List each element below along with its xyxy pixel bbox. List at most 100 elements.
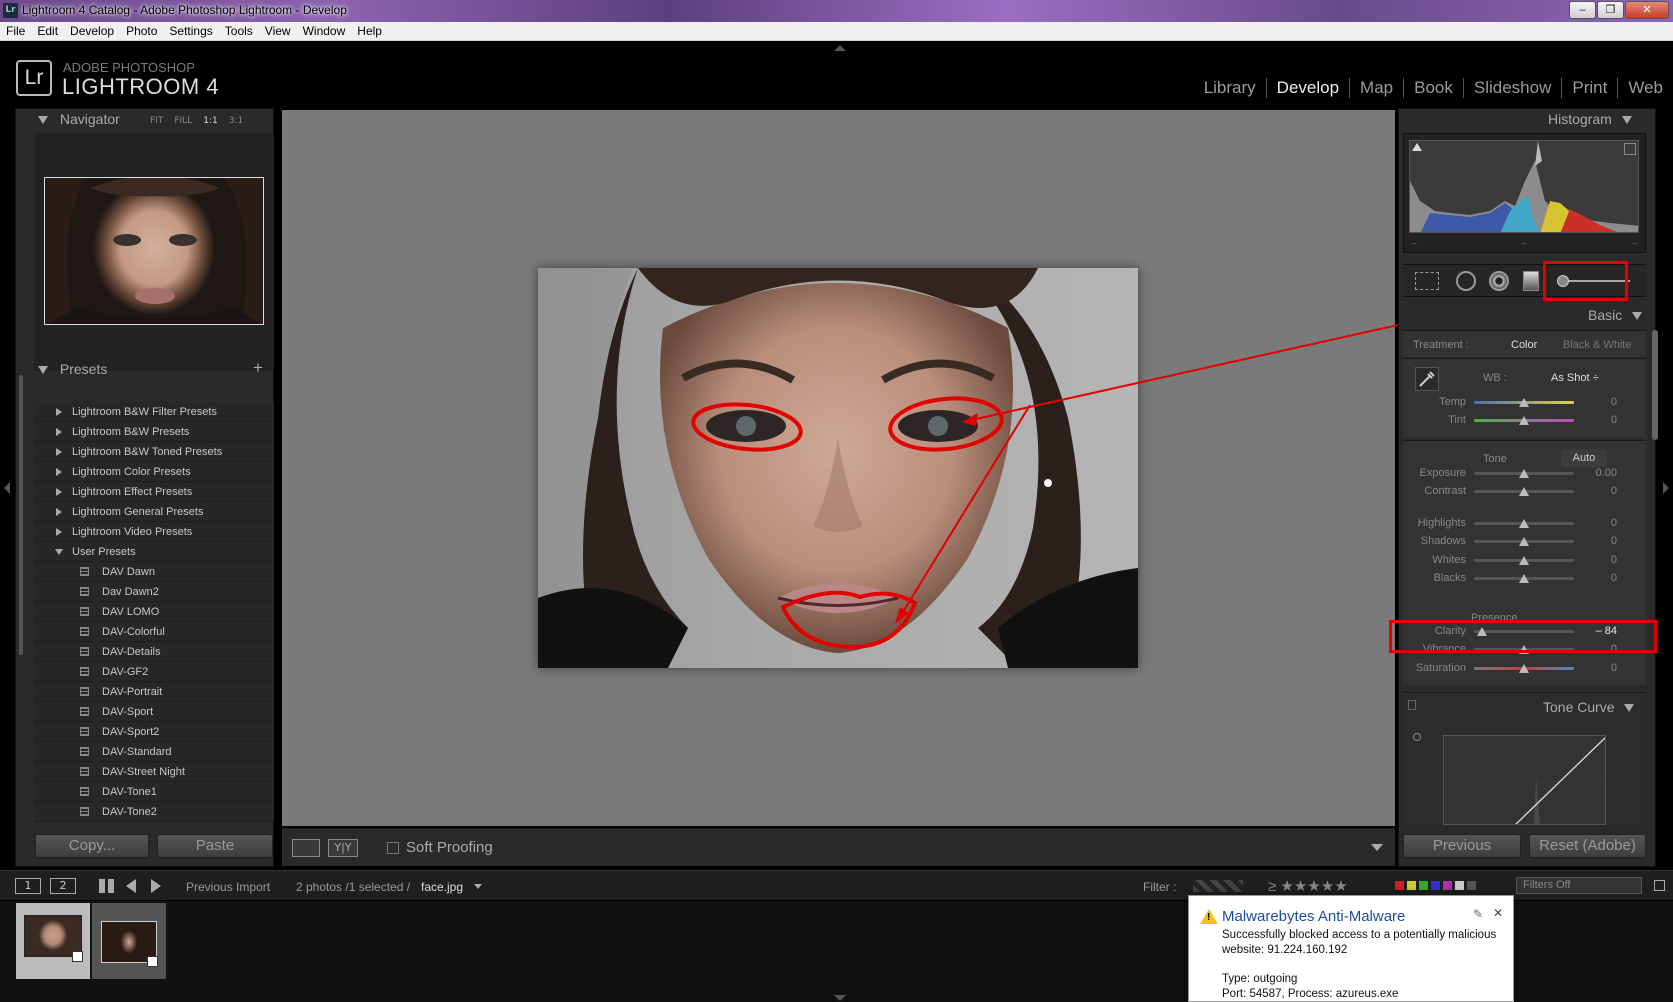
left-panel-scrollbar[interactable] xyxy=(19,375,23,655)
source-label[interactable]: Previous Import xyxy=(186,880,270,894)
slider-value[interactable]: 0 xyxy=(1577,662,1617,674)
preset-folder[interactable]: Lightroom Effect Presets xyxy=(34,482,274,502)
preset-item[interactable]: DAV Dawn xyxy=(34,562,274,582)
preset-item[interactable]: Dav Dawn2 xyxy=(34,582,274,602)
menu-tools[interactable]: Tools xyxy=(219,22,259,40)
preset-folder[interactable]: Lightroom Color Presets xyxy=(34,462,274,482)
right-panel-scrollbar[interactable] xyxy=(1652,330,1658,440)
right-panel-toggle[interactable] xyxy=(1663,482,1669,494)
slider-value[interactable]: 0 xyxy=(1577,572,1617,584)
main-window-button[interactable]: 1 xyxy=(15,878,41,894)
slider-value[interactable]: 0.00 xyxy=(1577,467,1617,479)
module-web[interactable]: Web xyxy=(1617,78,1673,98)
presets-header[interactable]: Presets xyxy=(38,361,107,377)
menu-photo[interactable]: Photo xyxy=(120,22,163,40)
pin-icon[interactable]: ✎ xyxy=(1473,907,1483,921)
module-book[interactable]: Book xyxy=(1403,78,1463,98)
left-panel-toggle[interactable] xyxy=(4,482,10,494)
menu-edit[interactable]: Edit xyxy=(31,22,64,40)
module-library[interactable]: Library xyxy=(1194,78,1266,98)
preset-folder[interactable]: Lightroom B&W Presets xyxy=(34,422,274,442)
slider-thumb[interactable] xyxy=(1519,487,1529,496)
purple-label-icon[interactable] xyxy=(1443,881,1452,890)
highlight-clipping-icon[interactable] xyxy=(1624,143,1636,155)
tone-curve-toggle[interactable] xyxy=(1408,700,1416,710)
module-print[interactable]: Print xyxy=(1561,78,1617,98)
filmstrip-thumbnail[interactable] xyxy=(92,903,166,979)
second-window-button[interactable]: 2 xyxy=(50,878,76,894)
zoom-3-1[interactable]: 3:1 xyxy=(229,116,243,126)
close-button[interactable]: ✕ xyxy=(1625,1,1669,19)
preset-folder[interactable]: Lightroom Video Presets xyxy=(34,522,274,542)
rating-filter[interactable]: ≥ ★★★★★ xyxy=(1268,877,1348,895)
slider-thumb[interactable] xyxy=(1519,398,1529,407)
shadow-clipping-icon[interactable] xyxy=(1412,143,1422,151)
add-preset-button[interactable]: + xyxy=(253,358,263,378)
preset-item[interactable]: DAV-Sport2 xyxy=(34,722,274,742)
graduated-filter-tool-icon[interactable] xyxy=(1523,271,1539,291)
menu-help[interactable]: Help xyxy=(351,22,388,40)
filters-off-dropdown[interactable]: Filters Off xyxy=(1516,877,1642,894)
forward-arrow-icon[interactable] xyxy=(151,879,161,893)
minimize-button[interactable]: ‒ xyxy=(1569,1,1596,19)
slider-value[interactable]: 0 xyxy=(1577,396,1617,408)
preset-item[interactable]: DAV-Sport xyxy=(34,702,274,722)
grid-view-icon[interactable] xyxy=(99,879,114,893)
slider-thumb[interactable] xyxy=(1519,556,1529,565)
selected-filename[interactable]: face.jpg xyxy=(421,880,463,894)
slider-value[interactable]: 0 xyxy=(1577,485,1617,497)
before-after-button[interactable]: Y|Y xyxy=(328,839,358,857)
preset-folder[interactable]: Lightroom B&W Toned Presets xyxy=(34,442,274,462)
flag-filter-icons[interactable] xyxy=(1193,880,1243,892)
preset-item[interactable]: DAV-Colorful xyxy=(34,622,274,642)
wb-dropdown[interactable]: As Shot ÷ xyxy=(1551,372,1599,384)
slider-value[interactable]: 0 xyxy=(1577,535,1617,547)
histogram-graph[interactable] xyxy=(1409,140,1639,233)
basic-header[interactable]: Basic xyxy=(1588,307,1643,323)
menu-view[interactable]: View xyxy=(259,22,297,40)
soft-proofing-checkbox[interactable] xyxy=(387,842,399,854)
filename-dropdown-icon[interactable] xyxy=(474,884,482,889)
white-label-icon[interactable] xyxy=(1455,881,1464,890)
loupe-view-button[interactable] xyxy=(292,839,320,857)
previous-settings-button[interactable]: Previous xyxy=(1403,834,1521,858)
preset-item[interactable]: DAV-Tone2 xyxy=(34,802,274,822)
red-label-icon[interactable] xyxy=(1395,881,1404,890)
slider-value[interactable]: 0 xyxy=(1577,414,1617,426)
back-arrow-icon[interactable] xyxy=(126,879,136,893)
preset-item[interactable]: DAV-GF2 xyxy=(34,662,274,682)
preset-folder-user[interactable]: User Presets xyxy=(34,542,274,562)
color-label-filter[interactable] xyxy=(1395,881,1476,890)
module-slideshow[interactable]: Slideshow xyxy=(1462,78,1562,98)
navigator-header[interactable]: Navigator xyxy=(38,111,120,127)
green-label-icon[interactable] xyxy=(1419,881,1428,890)
navigator-thumbnail[interactable] xyxy=(44,177,264,325)
menu-window[interactable]: Window xyxy=(297,22,352,40)
menu-develop[interactable]: Develop xyxy=(64,22,120,40)
module-develop[interactable]: Develop xyxy=(1265,78,1349,98)
reset-button[interactable]: Reset (Adobe) xyxy=(1529,834,1646,858)
auto-tone-button[interactable]: Auto xyxy=(1561,449,1607,467)
malwarebytes-notification[interactable]: ! Malwarebytes Anti-Malware ✎ ✕ Successf… xyxy=(1188,895,1514,1002)
maximize-button[interactable]: ❐ xyxy=(1597,1,1624,19)
preset-folder[interactable]: Lightroom B&W Filter Presets xyxy=(34,402,274,422)
paste-settings-button[interactable]: Paste xyxy=(157,834,273,858)
menu-file[interactable]: File xyxy=(0,22,31,40)
target-adjustment-icon[interactable] xyxy=(1413,733,1421,741)
treatment-bw-option[interactable]: Black & White xyxy=(1563,339,1631,351)
preset-item[interactable]: DAV-Street Night xyxy=(34,762,274,782)
histogram-header[interactable]: Histogram xyxy=(1548,111,1632,127)
preset-item[interactable]: DAV-Tone1 xyxy=(34,782,274,802)
yellow-label-icon[interactable] xyxy=(1407,881,1416,890)
crop-tool-icon[interactable] xyxy=(1415,272,1439,290)
spot-removal-tool-icon[interactable] xyxy=(1456,271,1476,291)
slider-thumb[interactable] xyxy=(1519,664,1529,673)
zoom-fit[interactable]: FIT xyxy=(150,116,163,126)
bottom-panel-toggle[interactable] xyxy=(834,995,846,1001)
tone-curve-header[interactable]: Tone Curve xyxy=(1543,699,1635,715)
grey-label-icon[interactable] xyxy=(1467,881,1476,890)
blue-label-icon[interactable] xyxy=(1431,881,1440,890)
preset-item[interactable]: DAV-Standard xyxy=(34,742,274,762)
slider-thumb[interactable] xyxy=(1519,519,1529,528)
filmstrip-thumbnail-selected[interactable] xyxy=(16,903,90,979)
